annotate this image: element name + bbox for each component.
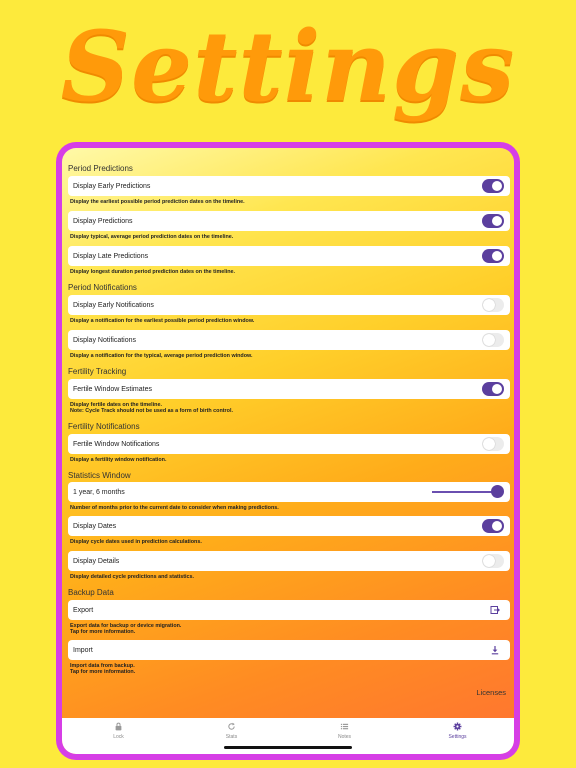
tab-label: Settings [448, 734, 467, 740]
export-icon[interactable] [490, 605, 500, 615]
gear-icon [453, 722, 462, 731]
download-icon[interactable] [490, 645, 500, 655]
toggle-display-dates[interactable] [482, 519, 504, 533]
row-display-details[interactable]: Display Details [68, 551, 510, 571]
desc-line: Tap for more information. [70, 669, 136, 676]
row-label: Display Late Predictions [73, 252, 149, 260]
desc-display-details: Display detailed cycle predictions and s… [70, 574, 195, 580]
toggle-notifications[interactable] [482, 333, 504, 347]
row-display-late-predictions[interactable]: Display Late Predictions [68, 246, 510, 266]
row-label: Import [73, 646, 93, 654]
toggle-early-notifications[interactable] [482, 298, 504, 312]
section-statistics-window: Statistics Window [68, 471, 131, 480]
desc-display-dates: Display cycle dates used in prediction c… [70, 539, 202, 545]
section-fertility-notifications: Fertility Notifications [68, 422, 140, 431]
toggle-knob [492, 181, 502, 191]
desc-notifications: Display a notification for the typical, … [70, 353, 253, 359]
row-statistics-window[interactable]: 1 year, 6 months [68, 482, 510, 502]
desc-fertile-estimates: Display fertile dates on the timeline. N… [70, 402, 233, 415]
row-export[interactable]: Export [68, 600, 510, 620]
refresh-icon [228, 722, 235, 730]
row-label: Display Early Notifications [73, 301, 154, 309]
tab-lock[interactable]: Lock [62, 718, 175, 754]
settings-list[interactable]: Period Predictions Display Early Predict… [62, 148, 514, 718]
row-label: Display Predictions [73, 217, 133, 225]
home-indicator [224, 746, 352, 749]
desc-fertile-notifications: Display a fertility window notification. [70, 457, 167, 463]
toggle-predictions[interactable] [482, 214, 504, 228]
statistics-window-value: 1 year, 6 months [73, 488, 125, 496]
tab-label: Lock [113, 734, 124, 740]
hero-title: Settings [60, 10, 516, 123]
toggle-display-details[interactable] [482, 554, 504, 568]
desc-export: Export data for backup or device migrati… [70, 623, 181, 636]
toggle-knob [492, 216, 502, 226]
slider-thumb[interactable] [491, 485, 504, 498]
row-import[interactable]: Import [68, 640, 510, 660]
section-backup-data: Backup Data [68, 588, 114, 597]
tab-label: Notes [337, 734, 352, 740]
slider-track[interactable] [432, 491, 498, 493]
section-fertility-tracking: Fertility Tracking [68, 367, 127, 376]
desc-line: Tap for more information. [70, 629, 136, 636]
tab-label: Stats [225, 734, 238, 740]
toggle-knob [492, 251, 502, 261]
desc-predictions: Display typical, average period predicti… [70, 234, 234, 240]
row-label: Display Dates [73, 522, 117, 530]
toggle-knob [483, 438, 495, 450]
toggle-fertile-notifications[interactable] [482, 437, 504, 451]
desc-line: Note: Cycle Track should not be used as … [70, 408, 233, 415]
toggle-knob [483, 555, 495, 567]
licenses-link[interactable]: Licenses [476, 688, 506, 697]
app-screen: Period Predictions Display Early Predict… [62, 148, 514, 754]
desc-early-notifications: Display a notification for the earliest … [70, 318, 255, 324]
lock-icon [115, 722, 122, 731]
desc-statistics-window: Number of months prior to the current da… [70, 505, 279, 511]
section-period-predictions: Period Predictions [68, 164, 133, 173]
list-icon [340, 723, 349, 730]
row-display-predictions[interactable]: Display Predictions [68, 211, 510, 231]
row-display-dates[interactable]: Display Dates [68, 516, 510, 536]
row-label: Display Notifications [73, 336, 137, 344]
toggle-late-predictions[interactable] [482, 249, 504, 263]
toggle-early-predictions[interactable] [482, 179, 504, 193]
row-display-notifications[interactable]: Display Notifications [68, 330, 510, 350]
device-frame: Period Predictions Display Early Predict… [56, 142, 520, 760]
toggle-fertile-estimates[interactable] [482, 382, 504, 396]
row-label: Fertile Window Estimates [73, 385, 152, 393]
tab-settings[interactable]: Settings [401, 718, 514, 754]
row-label: Display Details [73, 557, 120, 565]
toggle-knob [483, 334, 495, 346]
row-label: Export [73, 606, 94, 614]
row-display-early-predictions[interactable]: Display Early Predictions [68, 176, 510, 196]
toggle-knob [483, 299, 495, 311]
desc-early-predictions: Display the earliest possible period pre… [70, 199, 245, 205]
row-label: Fertile Window Notifications [73, 440, 160, 448]
toggle-knob [492, 521, 502, 531]
row-fertile-window-notifications[interactable]: Fertile Window Notifications [68, 434, 510, 454]
section-period-notifications: Period Notifications [68, 283, 137, 292]
toggle-knob [492, 384, 502, 394]
row-display-early-notifications[interactable]: Display Early Notifications [68, 295, 510, 315]
desc-import: Import data from backup. Tap for more in… [70, 663, 135, 676]
row-fertile-window-estimates[interactable]: Fertile Window Estimates [68, 379, 510, 399]
desc-late-predictions: Display longest duration period predicti… [70, 269, 236, 275]
row-label: Display Early Predictions [73, 182, 151, 190]
